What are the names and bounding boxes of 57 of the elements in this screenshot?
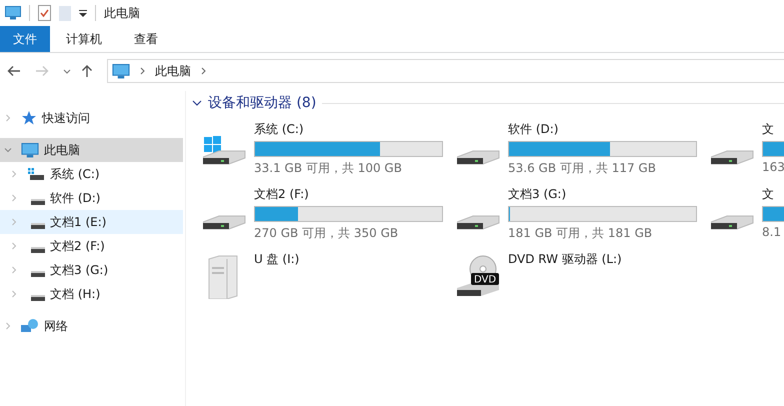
drive-name[interactable]: 文档2 (F:) (254, 186, 309, 203)
tree-label: 软件 (D:) (50, 190, 100, 206)
computer-icon (21, 142, 39, 158)
tree-item[interactable]: 系统 (C:) (0, 162, 183, 186)
tree-label: 系统 (C:) (50, 166, 100, 182)
free-space-text: 8.1 (762, 225, 782, 239)
drive-name[interactable]: 文档3 (G:) (508, 186, 566, 203)
tree-label: 网络 (44, 318, 68, 334)
back-icon[interactable] (7, 65, 21, 77)
drive-name[interactable]: 文 (762, 186, 774, 203)
computer-icon (112, 64, 130, 78)
drive-icon (31, 295, 45, 301)
computer-icon (5, 6, 21, 20)
tree-item[interactable]: 文档3 (G:) (0, 258, 183, 282)
chevron-down-icon[interactable] (192, 100, 202, 106)
tree-item[interactable]: 快速访问 (0, 106, 183, 130)
free-space-text: 53.6 GB 可用，共 117 GB (508, 160, 656, 177)
drive-name[interactable]: 系统 (C:) (254, 121, 304, 138)
ribbon-tab[interactable]: 查看 (118, 26, 174, 52)
window-title: 此电脑 (104, 4, 140, 22)
tree-item[interactable]: 文档1 (E:) (0, 210, 183, 234)
free-space-text: 181 GB 可用，共 181 GB (508, 225, 652, 242)
free-space-text: 270 GB 可用，共 350 GB (254, 225, 398, 242)
drive-icon (31, 271, 45, 277)
tree-label: 此电脑 (44, 142, 80, 158)
path-segment[interactable]: 此电脑 (155, 62, 191, 80)
star-icon (21, 110, 37, 126)
chevron-right-icon (140, 67, 145, 75)
drive-name[interactable]: 软件 (D:) (508, 121, 558, 138)
properties-icon[interactable] (38, 5, 51, 21)
drive-name[interactable]: DVD RW 驱动器 (L:) (508, 251, 622, 268)
drive-icon (31, 247, 45, 253)
tree-label: 文档 (H:) (50, 286, 100, 302)
drive-icon (31, 199, 45, 205)
drive-icon (27, 167, 45, 181)
free-space-text: 163 (762, 160, 784, 174)
drive-name[interactable]: U 盘 (I:) (254, 251, 300, 268)
free-space-text: 33.1 GB 可用，共 100 GB (254, 160, 402, 177)
tree-item[interactable]: 网络 (0, 314, 183, 338)
chevron-right-icon (201, 67, 206, 75)
tree-label: 文档2 (F:) (50, 238, 105, 254)
drive-name[interactable]: 文 (762, 121, 774, 138)
drive-icon (31, 223, 45, 229)
dropdown-icon[interactable] (79, 9, 87, 17)
tree-item[interactable]: 此电脑 (0, 138, 183, 162)
network-icon (21, 318, 39, 334)
tree-label: 文档1 (E:) (50, 214, 106, 230)
tree-item[interactable]: 软件 (D:) (0, 186, 183, 210)
file-tab[interactable]: 文件 (0, 26, 50, 52)
address-field[interactable]: 此电脑 (107, 59, 784, 83)
section-title[interactable]: 设备和驱动器 (8) (208, 94, 316, 112)
up-icon[interactable] (81, 64, 93, 78)
ribbon-tab[interactable]: 计算机 (50, 26, 118, 52)
tree-item[interactable]: 文档 (H:) (0, 282, 183, 306)
tree-label: 文档3 (G:) (50, 262, 108, 278)
tree-item[interactable]: 文档2 (F:) (0, 234, 183, 258)
tree-label: 快速访问 (42, 110, 90, 126)
